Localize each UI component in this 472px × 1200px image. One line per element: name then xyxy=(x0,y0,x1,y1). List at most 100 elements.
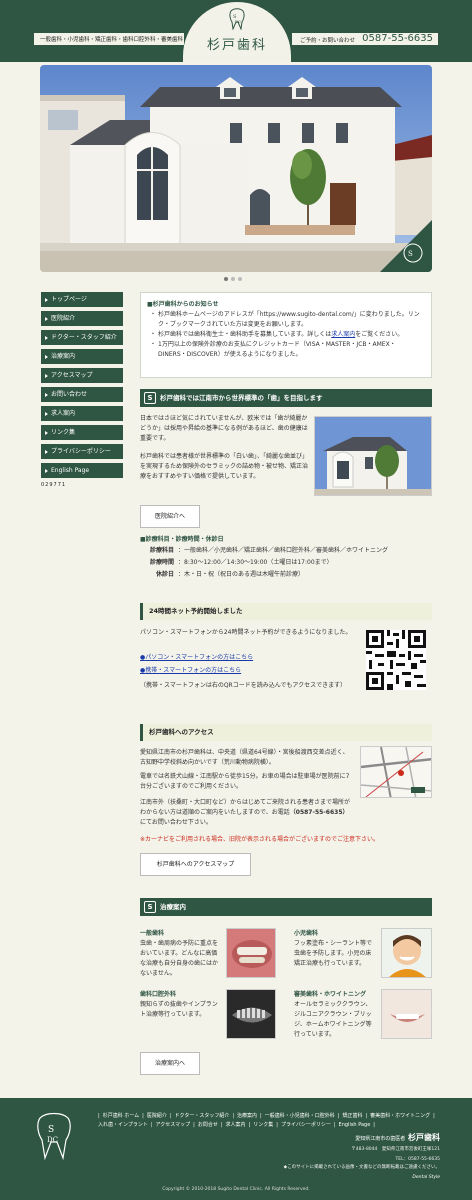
mobile-link-text[interactable]: 携帯・スマートフォンの方はこちら xyxy=(145,667,241,674)
clinic-exterior-photo xyxy=(314,416,432,496)
footer-clinic-name: 愛知県江南市の歯医者 杉戸歯科 xyxy=(355,1132,440,1143)
access-map-button[interactable]: 杉戸歯科へのアクセスマップ xyxy=(140,853,251,876)
treatment-heading-pediatric[interactable]: 小児歯科 xyxy=(294,928,318,937)
nav-english[interactable]: English Page xyxy=(41,463,123,478)
hours-key: 診療時間 xyxy=(149,559,174,566)
footer-link[interactable]: リンク集 xyxy=(253,1122,273,1128)
footer-link[interactable]: ドクター・スタッフ紹介 xyxy=(175,1113,230,1119)
site-logo[interactable]: S DC 杉戸歯科 xyxy=(183,2,291,62)
hours-key: 休診日 xyxy=(155,571,174,578)
header-contact-bar: ご予約・お問い合わせ 0587-55-6635 xyxy=(292,33,438,45)
svg-text:DC: DC xyxy=(235,19,241,24)
mobile-reservation-link[interactable]: ●携帯・スマートフォンの方はこちら xyxy=(140,666,241,676)
nav-contact[interactable]: お問い合わせ xyxy=(41,387,123,402)
slideshow-dots xyxy=(224,276,245,283)
treatment-text-aesthetic: オールセラミッククラウン、ジルコニアクラウン・ブリッジ、ホームホワイトニング等行… xyxy=(294,1001,372,1038)
hours-row: 診療時間 ：8:30〜12:00／14:30〜19:00（土曜日は17:00まで） xyxy=(144,557,388,569)
net-reservation-title: 24時間ネット予約開始しました xyxy=(140,603,432,620)
footer-link[interactable]: 杉戸歯科 ホーム xyxy=(103,1113,139,1119)
hours-title: ■診療科目・診療時間・休診日 xyxy=(140,536,224,543)
access-map-thumbnail[interactable] xyxy=(360,746,432,798)
site-footer: S DC | 杉戸歯科 ホーム | 医院紹介 | ドクター・スタッフ紹介 | 治療案内 | 一般歯… xyxy=(0,1098,472,1200)
header-phone[interactable]: 0587-55-6635 xyxy=(362,33,433,44)
tooth-logo-icon: S DC xyxy=(229,8,245,30)
footer-link[interactable]: アクセスマップ xyxy=(156,1122,191,1128)
hours-value: ：一般歯科／小児歯科／矯正歯科／歯科口腔外科／審美歯科／ホワイトニング xyxy=(178,547,389,554)
treatment-heading-general[interactable]: 一般歯科 xyxy=(140,928,164,937)
footer-link[interactable]: 審美歯科・ホワイトニング xyxy=(370,1113,430,1119)
footer-links: | 杉戸歯科 ホーム | 医院紹介 | ドクター・スタッフ紹介 | 治療案内 | 一般歯科・小児歯… xyxy=(98,1113,435,1128)
notice-item: 1万円以上の保険外診療のお支払にクレジットカード（VISA・MASTER・JCB… xyxy=(150,340,423,360)
footer-link[interactable]: 治療案内 xyxy=(237,1113,257,1119)
intro-paragraph-1: 日本ではさほど気にされていませんが、欧米では「歯が綺麗かどうか」は採用や昇給の基… xyxy=(140,415,308,442)
copyright: Copyright © 2010-2018 Sugito Dental Clin… xyxy=(162,1187,310,1192)
clinic-intro-button[interactable]: 医院紹介へ xyxy=(140,505,200,528)
slide-dot-2[interactable] xyxy=(231,277,235,281)
access-paragraph-1: 愛知県江南市の杉戸歯科は、中央道（県道64号線）・宮後船渡西交差点近く、古知野中… xyxy=(140,749,349,766)
footer-clinic-title: 杉戸歯科 xyxy=(408,1133,440,1142)
nav-clinic[interactable]: 医院紹介 xyxy=(41,311,123,326)
pc-reservation-link[interactable]: ●パソコン・スマートフォンの方はこちら xyxy=(140,653,253,663)
site-header: 一般歯科・小児歯科・矯正歯科・歯科口腔外科・審美歯科 S DC 杉戸歯科 ご予約… xyxy=(0,0,472,62)
treatment-text-general: 虫歯・歯周病の予防に重点をおいています。どんなに高価な治療も自分自身の歯にはかな… xyxy=(140,940,219,977)
hours-key: 診療科目 xyxy=(149,547,174,554)
nav-top[interactable]: トップページ xyxy=(41,292,123,307)
footer-link[interactable]: 求人案内 xyxy=(226,1122,246,1128)
footer-logo-icon: S DC xyxy=(37,1112,71,1161)
access-paragraph-3: 江南市外（扶桑町・大口町など）からはじめてご来院される患者さまで場所がわからない… xyxy=(140,798,354,828)
footer-link[interactable]: 一般歯科・小児歯科・口腔外科 xyxy=(265,1113,335,1119)
general-dentistry-photo xyxy=(226,928,276,978)
notice-list: 杉戸歯科ホームページのアドレスが「https://www.sugito-dent… xyxy=(150,310,423,360)
svg-text:DC: DC xyxy=(47,1136,58,1144)
nav-doctor-staff[interactable]: ドクター・スタッフ紹介 xyxy=(41,330,123,345)
nav-privacy[interactable]: プライバシーポリシー xyxy=(41,444,123,459)
access-paragraph-3-suffix: にてお問い合わせ下さい。 xyxy=(140,819,212,826)
hero-slideshow: S xyxy=(40,65,432,272)
footer-link[interactable]: お問合せ xyxy=(198,1122,218,1128)
clinic-building-image: S xyxy=(40,65,432,272)
footer-link[interactable]: English Page xyxy=(339,1122,371,1128)
svg-text:S: S xyxy=(48,1125,54,1135)
nav-treatments[interactable]: 治療案内 xyxy=(41,349,123,364)
recruit-link[interactable]: 求人案内 xyxy=(331,331,355,338)
sidebar-nav: トップページ 医院紹介 ドクター・スタッフ紹介 治療案内 アクセスマップ お問い… xyxy=(41,292,123,488)
treatments-title-bar: S 治療案内 xyxy=(140,898,432,916)
intro-section-title: S 杉戸歯科では江南市から世界標準の「歯」を目指します xyxy=(140,389,432,407)
qr-note: （携帯・スマートフォンは右のQRコードを読み込んでもアクセスできます） xyxy=(140,682,347,689)
slide-dot-3[interactable] xyxy=(238,277,242,281)
nav-links[interactable]: リンク集 xyxy=(41,425,123,440)
net-paragraph: パソコン・スマートフォンから24時間ネット予約ができるようになりました。 xyxy=(140,629,352,636)
footer-credit[interactable]: Dental Style xyxy=(412,1175,440,1180)
treatment-heading-aesthetic[interactable]: 審美歯科・ホワイトニング xyxy=(294,989,366,998)
xray-photo xyxy=(226,989,276,1039)
pc-link-text[interactable]: パソコン・スマートフォンの方はこちら xyxy=(145,654,253,661)
treatment-text-pediatric: フッ素塗布・シーラント等で虫歯を予防します。小児の床矯正治療も行っています。 xyxy=(294,940,373,967)
aesthetic-smile-photo xyxy=(381,989,432,1039)
footer-copyright-note: ◆このサイトに掲載されている画像・文書などの無断転載はご遠慮ください。 xyxy=(283,1165,440,1170)
footer-link[interactable]: 入れ歯・インプラント xyxy=(98,1122,148,1128)
nav-recruit[interactable]: 求人案内 xyxy=(41,406,123,421)
access-phone[interactable]: （0587-55-6635） xyxy=(290,809,349,816)
slide-dot-1[interactable] xyxy=(224,277,228,281)
header-specialties: 一般歯科・小児歯科・矯正歯科・歯科口腔外科・審美歯科 xyxy=(40,37,184,43)
footer-link[interactable]: プライバシーポリシー xyxy=(281,1122,331,1128)
treatment-text-oral-surgery: 親知らずの抜歯やインプラント治療等行っています。 xyxy=(140,1001,218,1018)
treatment-heading-oral-surgery[interactable]: 歯科口腔外科 xyxy=(140,989,176,998)
hours-row: 診療科目 ：一般歯科／小児歯科／矯正歯科／歯科口腔外科／審美歯科／ホワイトニング xyxy=(144,545,388,557)
footer-link[interactable]: 医院紹介 xyxy=(147,1113,167,1119)
pediatric-dentistry-photo xyxy=(381,928,432,978)
notice-item-text: 杉戸歯科では歯科衛生士・歯科助手を募集しています。詳しくは xyxy=(158,331,332,338)
footer-address: 〒483-8044 愛知県江南市宮後町王塚121 xyxy=(351,1147,440,1152)
footer-phone[interactable]: TEL：0587-55-6635 xyxy=(396,1156,440,1162)
treatments-title-text: 治療案内 xyxy=(160,903,186,911)
hours-value: ：木・日・祝（祝日のある週は木曜午前診療） xyxy=(178,571,305,578)
intro-title-text: 杉戸歯科では江南市から世界標準の「歯」を目指します xyxy=(160,394,323,402)
footer-link[interactable]: 矯正歯科 xyxy=(342,1113,362,1119)
access-title: 杉戸歯科へのアクセス xyxy=(140,724,432,741)
notice-item: 杉戸歯科では歯科衛生士・歯科助手を募集しています。詳しくは求人案内をご覧ください… xyxy=(150,330,423,340)
treatments-button[interactable]: 治療案内へ xyxy=(140,1052,200,1075)
header-specialties-bar: 一般歯科・小児歯科・矯正歯科・歯科口腔外科・審美歯科 xyxy=(34,33,184,45)
tooth-section-icon: S xyxy=(144,901,156,913)
intro-paragraph-2: 杉戸歯科では患者様が世界標準の「白い歯」、「綺麗な歯並び」を実現するため保険外の… xyxy=(140,453,309,480)
nav-access[interactable]: アクセスマップ xyxy=(41,368,123,383)
